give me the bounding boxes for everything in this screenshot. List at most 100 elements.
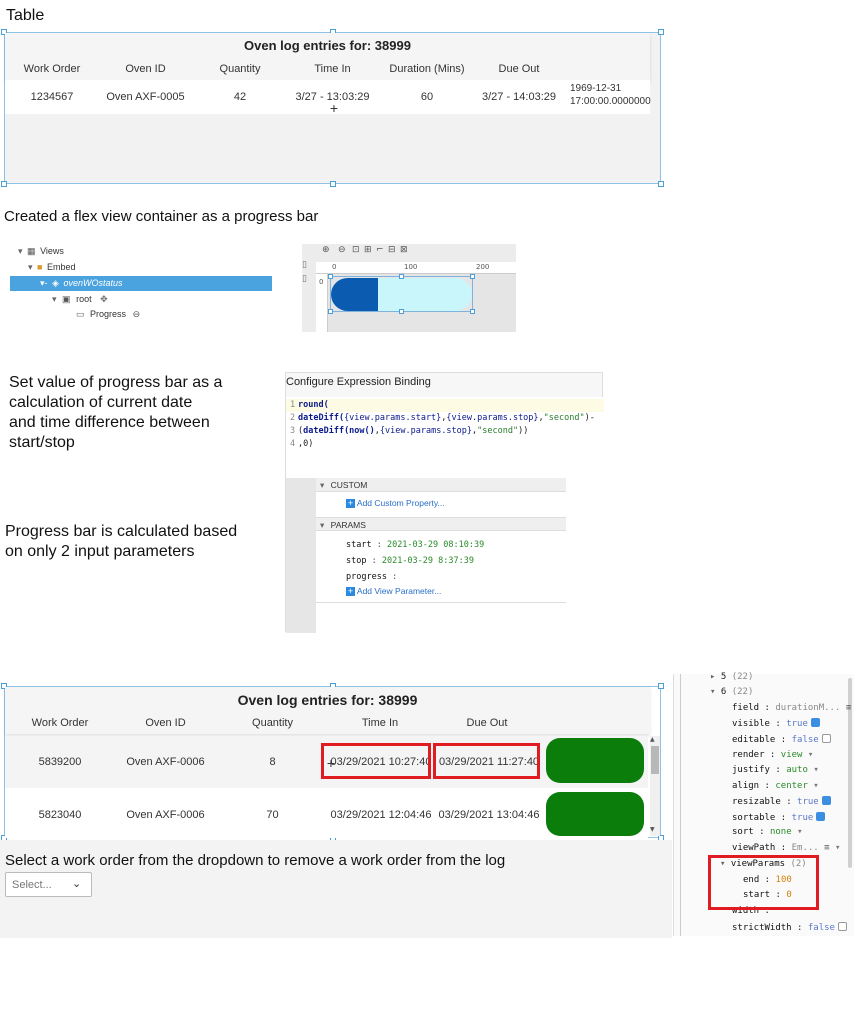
chevron-down-icon[interactable]: ▾	[813, 765, 818, 775]
resize-handle[interactable]	[399, 274, 404, 279]
column-header[interactable]: Due Out	[475, 63, 563, 75]
prop-item-5[interactable]: ▸ 5 (22)	[710, 672, 753, 682]
column-header[interactable]: Time In	[290, 63, 375, 75]
column-header[interactable]: Oven ID	[103, 63, 188, 75]
chevron-down-icon[interactable]: ▾	[835, 843, 840, 853]
layers-icon[interactable]: ⊟	[388, 245, 396, 255]
checkbox[interactable]	[810, 718, 820, 727]
prop-justify[interactable]: justify : auto ▾	[732, 765, 819, 775]
code-editor[interactable]: 1 round(2 dateDiff({view.params.start},{vi…	[286, 397, 604, 478]
zoom-in-icon[interactable]: ⊕	[322, 245, 330, 255]
oven-log-table[interactable]: Oven log entries for: 38999 Work Order O…	[1, 683, 664, 841]
chevron-down-icon[interactable]: ▾	[797, 827, 802, 837]
add-view-parameter-button[interactable]: + Add View Parameter...	[346, 586, 441, 596]
prop-render[interactable]: render : view ▾	[732, 750, 813, 760]
prop-viewpath[interactable]: viewPath : Em... ≡ ▾	[732, 843, 840, 853]
tree-node-progress[interactable]: ▭ Progress ⊖	[76, 307, 140, 322]
column-header[interactable]: Work Order	[19, 717, 101, 729]
scroll-up-icon[interactable]: ▲	[650, 736, 655, 743]
chevron-down-icon[interactable]: ▾	[28, 262, 33, 272]
snap-icon[interactable]: ⌐	[376, 245, 384, 255]
column-header[interactable]: Duration (Mins)	[383, 63, 471, 75]
table-header: Work Order Oven ID Quantity Time In Due …	[5, 717, 650, 731]
resize-handle[interactable]	[658, 181, 664, 187]
prop-item-6[interactable]: ▾ 6 (22)	[710, 687, 753, 697]
caption-line: start/stop	[9, 434, 75, 451]
selection-outline[interactable]	[328, 274, 475, 314]
checkbox[interactable]	[821, 734, 831, 743]
chevron-down-icon[interactable]: ▾	[320, 520, 324, 530]
code-token: round(	[298, 400, 329, 410]
add-custom-property-button[interactable]: + Add Custom Property...	[346, 498, 445, 508]
prop-editable[interactable]: editable : false	[732, 734, 831, 745]
resize-handle[interactable]	[658, 29, 664, 35]
custom-section-header[interactable]: ▾ CUSTOM	[316, 478, 566, 492]
code-line[interactable]: 4,0)	[290, 438, 595, 451]
scrollbar-thumb[interactable]	[651, 746, 659, 774]
param-value[interactable]: 2021-03-29 8:37:39	[382, 556, 474, 566]
prop-visible[interactable]: visible : true	[732, 718, 820, 729]
chevron-down-icon[interactable]: ▾	[18, 246, 23, 256]
resize-handle[interactable]	[1, 181, 7, 187]
highlight-box	[708, 855, 819, 910]
chevron-down-icon[interactable]: ⌄	[72, 877, 81, 890]
param-stop[interactable]: stop : 2021-03-29 8:37:39	[346, 556, 474, 566]
prop-sort[interactable]: sort : none ▾	[732, 827, 802, 837]
scroll-down-icon[interactable]: ▼	[650, 826, 655, 833]
prop-sortable[interactable]: sortable : true	[732, 812, 826, 823]
tree-label: Embed	[47, 262, 76, 272]
grid-icon[interactable]: ⊞	[364, 245, 372, 255]
chevron-down-icon[interactable]: ▾	[52, 294, 57, 304]
column-header[interactable]: Quantity	[195, 63, 285, 75]
menu-icon[interactable]: ≡	[846, 703, 851, 713]
param-value[interactable]: 2021-03-29 08:10:39	[387, 540, 484, 550]
prop-resizable[interactable]: resizable : true	[732, 796, 831, 807]
zoom-out-icon[interactable]: ⊖	[338, 245, 346, 255]
code-line[interactable]: 2 dateDiff({view.params.start},{view.para…	[290, 412, 595, 425]
param-start[interactable]: start : 2021-03-29 08:10:39	[346, 540, 484, 550]
tool-icon[interactable]: ▯	[302, 260, 307, 270]
prop-field[interactable]: field : durationM... ≡	[732, 703, 851, 713]
crosshair-cursor-icon: +	[329, 100, 339, 116]
chevron-down-icon[interactable]: ▾	[320, 480, 324, 490]
code-line[interactable]: 3 (dateDiff(now(),{view.params.stop},"sec…	[290, 425, 595, 438]
code-line[interactable]: 1 round(	[290, 399, 595, 412]
resize-handle[interactable]	[470, 274, 475, 279]
resize-handle[interactable]	[328, 309, 333, 314]
resize-handle[interactable]	[328, 274, 333, 279]
tool-icon[interactable]: ▯	[302, 274, 307, 284]
resize-handle[interactable]	[399, 309, 404, 314]
chevron-down-icon[interactable]: ▾	[808, 750, 813, 760]
checkbox[interactable]	[821, 796, 831, 805]
checkbox[interactable]	[837, 922, 847, 931]
menu-icon[interactable]: ≡	[824, 843, 829, 853]
resize-handle[interactable]	[658, 683, 664, 689]
resize-handle[interactable]	[330, 181, 336, 187]
oven-log-table-preview[interactable]: Oven log entries for: 38999 Work Order O…	[1, 29, 664, 187]
resize-handle[interactable]	[470, 309, 475, 314]
param-progress[interactable]: progress :	[346, 572, 397, 582]
column-header[interactable]: Time In	[335, 717, 425, 729]
fit-icon[interactable]: ⊡	[352, 245, 360, 255]
column-header[interactable]: Work Order	[11, 63, 93, 75]
checkbox[interactable]	[816, 812, 826, 821]
tree-node-root[interactable]: ▾ ▣ root ✥	[52, 292, 108, 307]
chevron-down-icon[interactable]: ▾	[813, 781, 818, 791]
align-icon[interactable]: ⊠	[400, 245, 408, 255]
params-section-header[interactable]: ▾ PARAMS	[316, 517, 566, 531]
chevron-down-icon[interactable]: ▾	[710, 687, 721, 697]
column-header[interactable]: Oven ID	[123, 717, 208, 729]
tree-node-views[interactable]: ▾ ▦ Views	[18, 244, 64, 259]
column-header[interactable]: Quantity	[230, 717, 315, 729]
work-order-dropdown[interactable]: Select... ⌄	[5, 872, 92, 897]
prop-strictwidth[interactable]: strictWidth : false	[732, 922, 847, 933]
caption-progress-calc: Progress bar is calculated based on only…	[5, 522, 237, 562]
chevron-down-icon[interactable]: ▾-	[40, 278, 48, 288]
scrollbar[interactable]: ▲ ▼	[650, 736, 660, 836]
progress-bar[interactable]	[331, 278, 472, 311]
prop-align[interactable]: align : center ▾	[732, 781, 819, 791]
tree-node-embed[interactable]: ▾ ■ Embed	[28, 260, 76, 275]
table-row[interactable]: 1234567 Oven AXF-0005 42 3/27 - 13:03:29…	[5, 80, 651, 116]
column-header[interactable]: Due Out	[443, 717, 531, 729]
tree-node-ovenwostatus[interactable]: ▾- ◈ ovenWOstatus	[10, 276, 272, 291]
